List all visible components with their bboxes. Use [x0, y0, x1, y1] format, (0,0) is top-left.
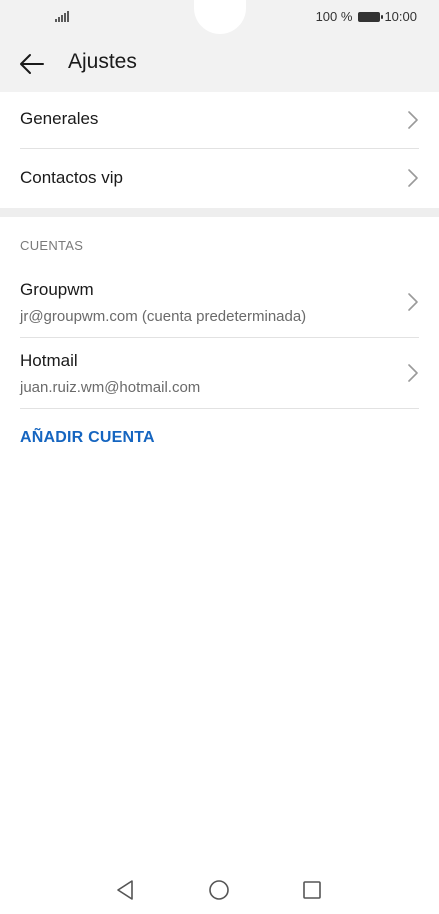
camera-notch	[194, 0, 246, 34]
settings-item-generales[interactable]: Generales	[0, 92, 439, 148]
status-right: 100 % 10:00	[316, 9, 417, 24]
account-name: Hotmail	[20, 351, 78, 370]
settings-item-label: Contactos vip	[20, 168, 123, 187]
settings-item-contactos-vip[interactable]: Contactos vip	[0, 149, 439, 207]
account-email: jr@groupwm.com (cuenta predeterminada)	[20, 308, 307, 325]
screen: 100 % 10:00 Ajustes Generales Contactos …	[0, 0, 439, 914]
account-name: Groupwm	[20, 280, 94, 299]
divider	[20, 408, 419, 409]
chevron-right-icon	[408, 169, 418, 187]
account-email: juan.ruiz.wm@hotmail.com	[20, 379, 201, 396]
chevron-right-icon	[408, 293, 418, 311]
account-item-hotmail[interactable]: Hotmail juan.ruiz.wm@hotmail.com	[0, 338, 439, 408]
triangle-back-icon[interactable]	[113, 878, 137, 902]
battery-icon	[358, 11, 384, 22]
app-header: Ajustes	[0, 34, 439, 92]
arrow-left-icon	[20, 54, 44, 74]
clock: 10:00	[384, 9, 417, 24]
accounts-section-label: CUENTAS	[20, 238, 84, 253]
chevron-right-icon	[408, 111, 418, 129]
status-bar: 100 % 10:00	[0, 0, 439, 34]
account-item-groupwm[interactable]: Groupwm jr@groupwm.com (cuenta predeterm…	[0, 268, 439, 337]
add-account-button[interactable]: AÑADIR CUENTA	[20, 429, 155, 447]
back-button[interactable]	[16, 48, 48, 80]
section-separator	[0, 208, 439, 217]
settings-item-label: Generales	[20, 109, 99, 128]
page-title: Ajustes	[68, 50, 137, 73]
battery-percent: 100 %	[315, 9, 353, 24]
square-recents-icon[interactable]	[300, 878, 324, 902]
navigation-bar	[0, 866, 439, 914]
chevron-right-icon	[408, 364, 418, 382]
circle-home-icon[interactable]	[207, 878, 231, 902]
signal-icon	[55, 10, 71, 22]
